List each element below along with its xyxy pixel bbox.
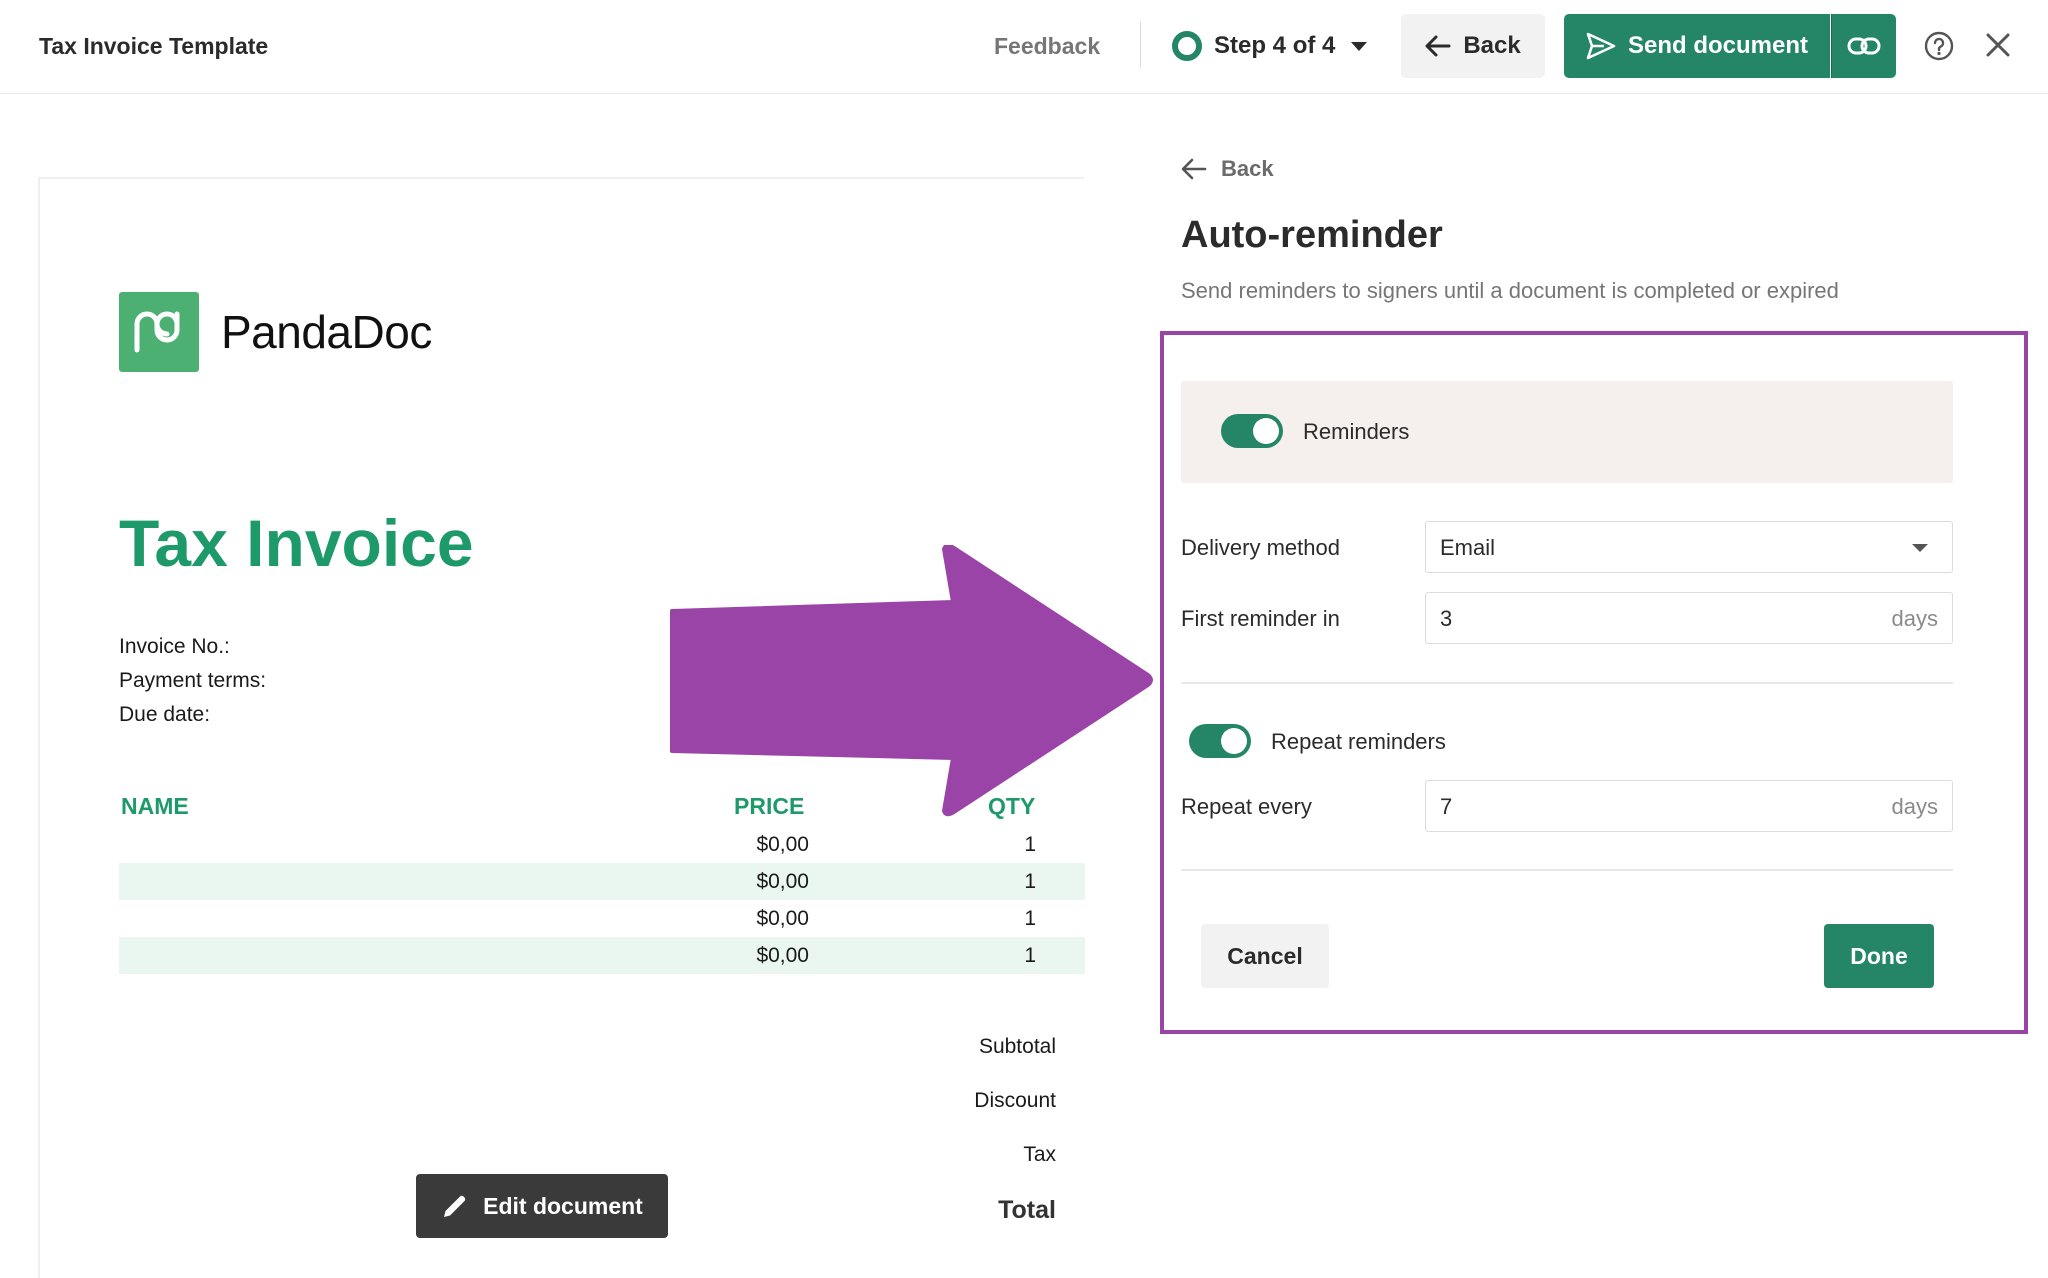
- pencil-icon: [444, 1195, 466, 1217]
- qty-cell: 1: [1024, 870, 1036, 893]
- circle-icon: [1172, 31, 1202, 61]
- done-button[interactable]: Done: [1824, 924, 1934, 988]
- copy-link-button[interactable]: [1831, 14, 1896, 78]
- edit-document-label: Edit document: [483, 1192, 643, 1219]
- price-cell: $0,00: [756, 870, 809, 893]
- price-cell: $0,00: [756, 944, 809, 967]
- cancel-button[interactable]: Cancel: [1201, 924, 1329, 988]
- reminders-label: Reminders: [1303, 419, 1410, 444]
- link-icon: [1847, 37, 1881, 55]
- chevron-down-icon: [1912, 544, 1928, 552]
- delivery-method-value: Email: [1440, 535, 1496, 560]
- qty-cell: 1: [1024, 944, 1036, 967]
- days-unit: days: [1891, 794, 1938, 819]
- invoice-number-label: Invoice No.:: [119, 635, 230, 658]
- arrow-left-icon: [1425, 35, 1451, 57]
- toggle-knob: [1253, 418, 1279, 444]
- logo-text: PandaDoc: [221, 306, 432, 358]
- help-icon[interactable]: [1924, 31, 1954, 61]
- invoice-meta: Invoice No.: Payment terms: Due date:: [119, 630, 266, 732]
- repeat-reminders-label: Repeat reminders: [1271, 729, 1446, 754]
- repeat-every-label: Repeat every: [1181, 794, 1312, 819]
- edit-document-button[interactable]: Edit document: [416, 1174, 668, 1238]
- close-icon[interactable]: [1984, 31, 2012, 59]
- qty-cell: 1: [1024, 833, 1036, 856]
- column-header-name: NAME: [121, 793, 189, 819]
- panel-back-button[interactable]: Back: [1181, 156, 1274, 182]
- first-reminder-input[interactable]: 3 days: [1425, 592, 1953, 644]
- delivery-method-label: Delivery method: [1181, 535, 1340, 560]
- tax-label: Tax: [1023, 1143, 1056, 1166]
- send-document-label: Send document: [1627, 32, 1808, 59]
- back-button[interactable]: Back: [1401, 14, 1545, 78]
- document-title: Tax Invoice Template: [39, 33, 269, 59]
- toggle-knob: [1221, 728, 1247, 754]
- pandadoc-logo: PandaDoc: [119, 292, 432, 372]
- feedback-link[interactable]: Feedback: [994, 33, 1100, 60]
- invoice-title: Tax Invoice: [119, 506, 474, 580]
- divider: [1181, 682, 1953, 684]
- step-label: Step 4 of 4: [1214, 32, 1336, 59]
- table-row: $0,00 1: [119, 937, 1085, 974]
- due-date-label: Due date:: [119, 703, 211, 726]
- table-row: $0,00 1: [119, 826, 1085, 863]
- days-unit: days: [1891, 606, 1938, 631]
- delivery-method-select[interactable]: Email: [1425, 521, 1953, 573]
- panel-subtitle: Send reminders to signers until a docume…: [1181, 278, 1839, 303]
- first-reminder-value: 3: [1440, 606, 1453, 631]
- send-document-button[interactable]: Send document: [1564, 14, 1830, 78]
- chevron-down-icon: [1351, 41, 1368, 51]
- payment-terms-label: Payment terms:: [119, 669, 267, 692]
- table-row: $0,00 1: [119, 863, 1085, 900]
- total-label: Total: [998, 1196, 1056, 1224]
- repeat-reminders-toggle[interactable]: [1189, 724, 1251, 758]
- repeat-every-input[interactable]: 7 days: [1425, 780, 1953, 832]
- qty-cell: 1: [1024, 907, 1036, 930]
- top-bar: Tax Invoice Template Feedback Step 4 of …: [0, 0, 2048, 94]
- send-icon: [1586, 32, 1616, 60]
- reminders-section: [1181, 381, 1953, 483]
- subtotal-label: Subtotal: [978, 1035, 1056, 1058]
- back-button-label: Back: [1463, 32, 1521, 59]
- repeat-every-value: 7: [1440, 794, 1453, 819]
- discount-label: Discount: [974, 1089, 1056, 1112]
- panel-title: Auto-reminder: [1181, 214, 1443, 256]
- price-cell: $0,00: [756, 833, 809, 856]
- first-reminder-label: First reminder in: [1181, 606, 1340, 631]
- panel-back-label: Back: [1221, 156, 1274, 181]
- arrow-left-icon: [1181, 158, 1207, 180]
- divider: [1140, 22, 1141, 68]
- price-cell: $0,00: [756, 907, 809, 930]
- annotation-arrow: [670, 545, 1153, 817]
- table-row: $0,00 1: [119, 900, 1085, 937]
- divider: [1181, 869, 1953, 871]
- step-dropdown[interactable]: Step 4 of 4: [1172, 22, 1368, 70]
- pandadoc-logo-icon: [119, 292, 199, 372]
- reminders-toggle[interactable]: [1221, 414, 1283, 448]
